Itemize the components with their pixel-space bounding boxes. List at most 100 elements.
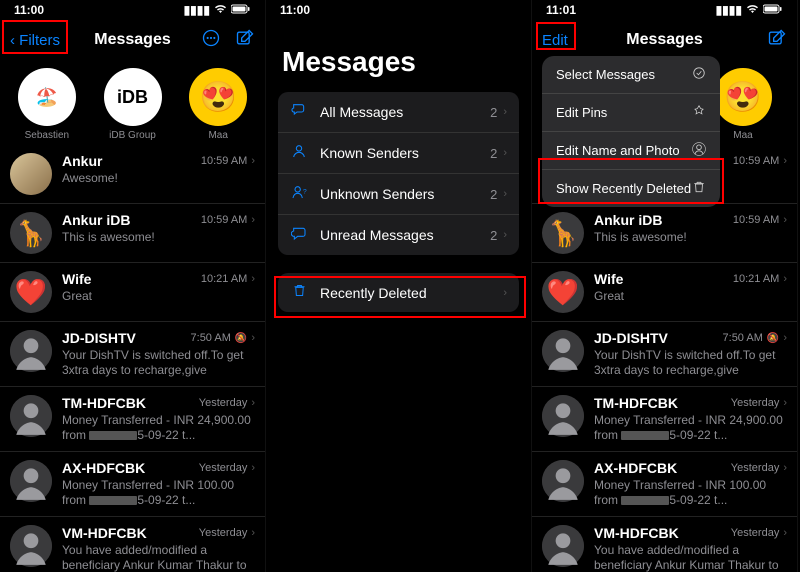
avatar (10, 153, 52, 195)
conversation-row[interactable]: AX-HDFCBK Yesterday › Money Transferred … (532, 452, 797, 517)
message-preview: Money Transferred - INR 100.00 from 5-09… (62, 478, 255, 508)
conversation-row[interactable]: ❤️ Wife 10:21 AM › Great (532, 263, 797, 322)
wifi-icon (214, 3, 227, 17)
conversation-row[interactable]: VM-HDFCBK Yesterday › You have added/mod… (0, 517, 265, 572)
contact-name: JD-DISHTV (62, 330, 136, 346)
nav-bar: ‹ Filters Messages (0, 20, 265, 60)
conversation-row[interactable]: AX-HDFCBK Yesterday › Money Transferred … (0, 452, 265, 517)
filter-row[interactable]: ? Unknown Senders 2 › (278, 174, 519, 215)
menu-item[interactable]: Edit Name and Photo (542, 132, 720, 170)
message-preview: You have added/modified a beneficiary An… (594, 543, 787, 572)
signal-icon: ▮▮▮▮ (184, 3, 210, 17)
bubbles-icon (290, 102, 308, 122)
page-title: Messages (626, 31, 703, 49)
pinned-row: 🏖️ Sebastien iDB iDB Group 😍 Maa (0, 60, 265, 145)
clock: 11:01 (546, 3, 576, 17)
chevron-right-icon: › (783, 273, 787, 285)
screen-messages-list: 11:00 ▮▮▮▮ ‹ Filters Messages (0, 0, 266, 572)
chevron-right-icon: › (783, 462, 787, 474)
nav-bar: Edit Messages (532, 20, 797, 60)
conversation-row[interactable]: JD-DISHTV 7:50 AM 🔕› Your DishTV is swit… (0, 322, 265, 387)
contact-name: Ankur iDB (62, 212, 130, 228)
edit-button[interactable]: Edit (542, 32, 568, 49)
status-icons: ▮▮▮▮ (716, 3, 783, 17)
avatar (10, 525, 52, 567)
timestamp: 10:59 AM › (201, 214, 255, 226)
conversation-list[interactable]: Ankur 10:59 AM › Awesome! 🦒 Ankur iDB 10… (0, 145, 265, 572)
timestamp: Yesterday › (199, 527, 255, 539)
conversation-row[interactable]: JD-DISHTV 7:50 AM 🔕› Your DishTV is swit… (532, 322, 797, 387)
contact-name: Ankur iDB (594, 212, 662, 228)
filter-group-deleted: Recently Deleted › (278, 273, 519, 312)
menu-item[interactable]: Show Recently Deleted (542, 170, 720, 207)
compose-button[interactable] (767, 28, 787, 53)
filter-row[interactable]: Known Senders 2 › (278, 133, 519, 174)
chevron-right-icon: › (503, 147, 507, 159)
avatar: 🦒 (542, 212, 584, 254)
avatar: iDB (104, 68, 162, 126)
pinned-label: Maa (208, 130, 227, 141)
compose-button[interactable] (235, 28, 255, 53)
message-preview: Great (594, 289, 787, 304)
more-button[interactable] (201, 28, 221, 53)
chevron-right-icon: › (251, 397, 255, 409)
conversation-row[interactable]: TM-HDFCBK Yesterday › Money Transferred … (532, 387, 797, 452)
filter-row[interactable]: All Messages 2 › (278, 92, 519, 133)
message-preview: Your DishTV is switched off.To get 3xtra… (62, 348, 255, 378)
chevron-right-icon: › (251, 462, 255, 474)
conversation-row[interactable]: Ankur 10:59 AM › Awesome! (0, 145, 265, 204)
pinned-label: iDB Group (109, 130, 156, 141)
menu-label: Show Recently Deleted (556, 181, 691, 196)
filter-label: Unread Messages (320, 227, 478, 243)
timestamp: Yesterday › (199, 462, 255, 474)
filter-group-main: All Messages 2 › Known Senders 2 › ? Unk… (278, 92, 519, 255)
person-icon (290, 143, 308, 163)
status-bar: 11:00 ▮▮▮▮ (0, 0, 265, 20)
conversation-list[interactable]: Ankur 10:59 AM › Awesome! 🦒 Ankur iDB 10… (532, 145, 797, 572)
chevron-right-icon: › (783, 332, 787, 344)
bubble-icon (290, 225, 308, 245)
back-button[interactable]: ‹ Filters (10, 32, 60, 49)
avatar: 😍 (714, 68, 772, 126)
chevron-right-icon: › (503, 106, 507, 118)
contact-name: VM-HDFCBK (594, 525, 679, 541)
chevron-right-icon: › (503, 287, 507, 299)
pinned-contact[interactable]: iDB iDB Group (94, 68, 172, 141)
conversation-row[interactable]: TM-HDFCBK Yesterday › Money Transferred … (0, 387, 265, 452)
conversation-row[interactable]: 🦒 Ankur iDB 10:59 AM › This is awesome! (0, 204, 265, 263)
conversation-row[interactable]: 🦒 Ankur iDB 10:59 AM › This is awesome! (532, 204, 797, 263)
pinned-contact[interactable]: 🏖️ Sebastien (8, 68, 86, 141)
filter-count: 2 › (490, 146, 507, 161)
chevron-right-icon: › (503, 229, 507, 241)
filter-count: 2 › (490, 228, 507, 243)
avatar (10, 395, 52, 437)
timestamp: Yesterday › (731, 397, 787, 409)
conversation-row[interactable]: ❤️ Wife 10:21 AM › Great (0, 263, 265, 322)
clock: 11:00 (14, 3, 44, 17)
timestamp: Yesterday › (731, 462, 787, 474)
timestamp: 10:59 AM › (733, 214, 787, 226)
status-bar: 11:01 ▮▮▮▮ (532, 0, 797, 20)
filter-label: Known Senders (320, 145, 478, 161)
message-preview: Money Transferred - INR 100.00 from 5-09… (594, 478, 787, 508)
menu-item[interactable]: Select Messages (542, 56, 720, 94)
pinned-label: Sebastien (25, 130, 69, 141)
timestamp: Yesterday › (731, 527, 787, 539)
timestamp: 7:50 AM 🔕› (723, 332, 787, 344)
pinned-contact[interactable]: 😍 Maa (179, 68, 257, 141)
message-preview: Your DishTV is switched off.To get 3xtra… (594, 348, 787, 378)
avatar (542, 330, 584, 372)
avatar (10, 460, 52, 502)
check-icon (692, 66, 706, 83)
conversation-row[interactable]: VM-HDFCBK Yesterday › You have added/mod… (532, 517, 797, 572)
timestamp: 10:21 AM › (733, 273, 787, 285)
message-preview: Awesome! (62, 171, 255, 186)
menu-label: Edit Name and Photo (556, 143, 680, 158)
filter-recently-deleted[interactable]: Recently Deleted › (278, 273, 519, 312)
contact-name: JD-DISHTV (594, 330, 668, 346)
message-preview: Money Transferred - INR 24,900.00 from 5… (62, 413, 255, 443)
timestamp: 10:21 AM › (201, 273, 255, 285)
filter-row[interactable]: Unread Messages 2 › (278, 215, 519, 255)
menu-item[interactable]: Edit Pins (542, 94, 720, 132)
menu-label: Edit Pins (556, 105, 607, 120)
